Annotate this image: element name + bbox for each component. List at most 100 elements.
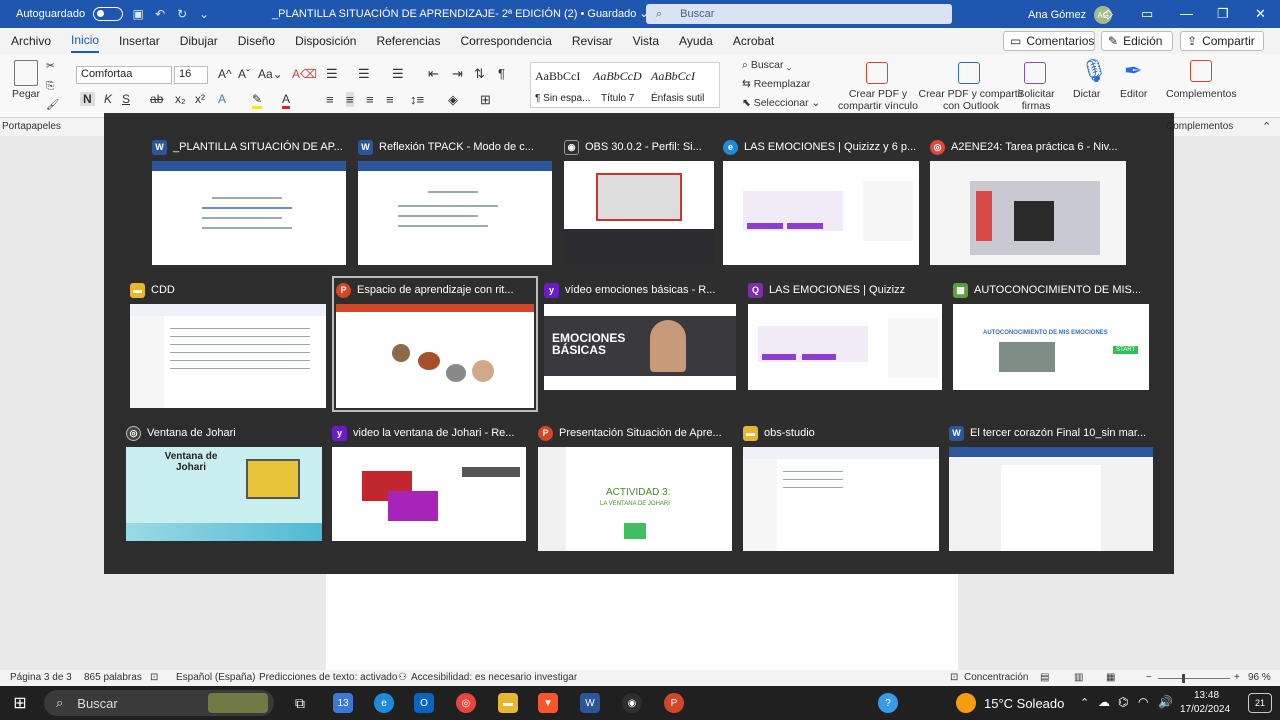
read-mode-icon[interactable]: ▤ bbox=[1040, 672, 1049, 683]
window-thumbnail[interactable] bbox=[358, 161, 552, 265]
accessibility-icon[interactable]: ⚇ bbox=[398, 672, 407, 683]
font-color-icon[interactable]: A bbox=[282, 92, 291, 109]
window-cdd[interactable]: ▬ CDD bbox=[130, 280, 326, 408]
window-reflexion-tpack[interactable]: W Reflexión TPACK - Modo de c... bbox=[358, 137, 552, 265]
diamond-icon[interactable]: ◇ bbox=[1103, 6, 1113, 22]
window-thumbnail[interactable] bbox=[743, 447, 939, 551]
change-case-icon[interactable]: Aa⌄ bbox=[258, 67, 283, 81]
window-thumbnail[interactable] bbox=[949, 447, 1153, 551]
window-thumbnail[interactable] bbox=[152, 161, 346, 265]
select-button[interactable]: ⬉ Seleccionar ⌄ bbox=[742, 97, 820, 109]
tab-diseno[interactable]: Diseño bbox=[238, 30, 275, 52]
addins-button[interactable]: Complementos bbox=[1166, 88, 1237, 100]
cloud-icon[interactable]: ☁ bbox=[1098, 695, 1110, 709]
sort-icon[interactable]: ⇅ bbox=[474, 66, 485, 82]
edge-icon[interactable]: e bbox=[374, 693, 394, 713]
ribbon-display-icon[interactable]: ▭ bbox=[1141, 6, 1153, 22]
pdf-link-icon[interactable] bbox=[866, 62, 888, 84]
windows-start-icon[interactable]: ⊞ bbox=[10, 693, 30, 713]
window-thumbnail[interactable]: ACTIVIDAD 3: LA VENTANA DE JOHARI bbox=[538, 447, 732, 551]
window-obs[interactable]: ◉ OBS 30.0.2 - Perfil: Si... bbox=[564, 137, 714, 265]
create-pdf-outlook-button[interactable]: Crear PDF y compartir con Outlook bbox=[918, 88, 1024, 112]
print-layout-icon[interactable]: ▥ bbox=[1074, 672, 1083, 683]
window-espacio-aprendizaje[interactable]: P Espacio de aprendizaje con rit... bbox=[332, 276, 538, 412]
microphone-icon[interactable]: 🎙 bbox=[1080, 58, 1108, 84]
tab-revisar[interactable]: Revisar bbox=[572, 30, 613, 52]
account[interactable]: Ana Gómez AG bbox=[1028, 6, 1113, 24]
window-ventana-johari[interactable]: ◎ Ventana de Johari Ventana de Johari bbox=[126, 423, 322, 541]
clear-format-icon[interactable]: A⌫ bbox=[292, 67, 317, 81]
multilevel-list-icon[interactable]: ☰ bbox=[392, 66, 404, 82]
task-view-icon[interactable]: ⧉ bbox=[290, 693, 310, 713]
align-center-icon[interactable]: ≡ bbox=[346, 92, 354, 107]
window-thumbnail[interactable] bbox=[723, 161, 919, 265]
format-painter-icon[interactable]: 🖌 bbox=[46, 98, 59, 111]
styles-gallery[interactable]: AaBbCcI AaBbCcD AaBbCcI ¶ Sin espa... Tí… bbox=[530, 62, 720, 108]
language-status[interactable]: Español (España) bbox=[176, 672, 256, 683]
tab-inicio[interactable]: Inicio bbox=[71, 29, 100, 53]
pilcrow-icon[interactable]: ¶ bbox=[498, 66, 505, 81]
powerpoint-icon[interactable]: P bbox=[664, 693, 684, 713]
window-thumbnail[interactable]: AUTOCONOCIMIENTO DE MIS EMOCIONES START bbox=[953, 304, 1149, 390]
addins-icon[interactable] bbox=[1190, 60, 1212, 82]
window-thumbnail[interactable] bbox=[748, 304, 942, 390]
window-las-emociones-edge[interactable]: e LAS EMOCIONES | Quizizz y 6 p... bbox=[723, 137, 919, 265]
focus-mode[interactable]: Concentración bbox=[964, 672, 1028, 683]
find-button[interactable]: ⌕ Buscar ⌄ bbox=[742, 59, 791, 72]
wifi-icon[interactable]: ◠ bbox=[1138, 695, 1148, 709]
window-thumbnail[interactable]: EMOCIONES BÁSICAS bbox=[544, 304, 736, 390]
create-pdf-share-button[interactable]: Crear PDF y compartir vínculo bbox=[838, 88, 918, 112]
word-count[interactable]: 865 palabras bbox=[84, 672, 142, 683]
increase-indent-icon[interactable]: ⇥ bbox=[452, 66, 463, 82]
tab-vista[interactable]: Vista bbox=[633, 30, 659, 52]
teams-icon[interactable]: 13 bbox=[333, 693, 353, 713]
clipboard-icon[interactable] bbox=[14, 60, 38, 86]
line-spacing-icon[interactable]: ↕≡ bbox=[410, 92, 424, 107]
page-count[interactable]: Página 3 de 3 bbox=[10, 672, 72, 683]
weather-status[interactable]: 15°C Soleado bbox=[984, 696, 1064, 711]
editing-button[interactable]: ✎ Edición bbox=[1101, 31, 1173, 51]
help-icon[interactable]: ? bbox=[878, 693, 898, 713]
pdf-outlook-icon[interactable] bbox=[958, 62, 980, 84]
network-icon[interactable]: ⌬ bbox=[1118, 695, 1128, 709]
font-size-select[interactable]: 16 bbox=[174, 66, 208, 84]
search-input[interactable]: ⌕ Buscar bbox=[646, 4, 952, 24]
tab-insertar[interactable]: Insertar bbox=[119, 30, 160, 52]
window-obs-studio-folder[interactable]: ▬ obs-studio bbox=[743, 423, 939, 551]
clock-date[interactable]: 17/02/2024 bbox=[1180, 704, 1230, 715]
cut-icon[interactable]: ✂ bbox=[46, 60, 55, 72]
replace-button[interactable]: ⇆ Reemplazar bbox=[742, 78, 810, 90]
window-thumbnail[interactable] bbox=[930, 161, 1126, 265]
chrome-icon[interactable]: ◎ bbox=[456, 693, 476, 713]
obs-icon[interactable]: ◉ bbox=[622, 693, 642, 713]
justify-icon[interactable]: ≡ bbox=[386, 92, 394, 107]
editor-icon[interactable]: ✒ bbox=[1124, 58, 1142, 84]
font-name-select[interactable]: Comfortaa bbox=[76, 66, 172, 84]
signature-icon[interactable] bbox=[1024, 62, 1046, 84]
web-layout-icon[interactable]: ▦ bbox=[1106, 672, 1115, 683]
tab-ayuda[interactable]: Ayuda bbox=[679, 30, 713, 52]
zoom-in-icon[interactable]: + bbox=[1234, 672, 1240, 683]
autosave-toggle[interactable] bbox=[93, 7, 124, 21]
numbering-icon[interactable]: ☰ bbox=[358, 66, 370, 82]
window-a2ene24[interactable]: ◎ A2ENE24: Tarea práctica 6 - Niv... bbox=[930, 137, 1126, 265]
tab-archivo[interactable]: Archivo bbox=[11, 30, 51, 52]
decrease-indent-icon[interactable]: ⇤ bbox=[428, 66, 439, 82]
proofing-icon[interactable]: ⊡ bbox=[150, 672, 158, 683]
window-plantilla[interactable]: W _PLANTILLA SITUACIÓN DE AP... bbox=[152, 137, 346, 265]
close-icon[interactable]: ✕ bbox=[1255, 6, 1266, 22]
bold-icon[interactable]: N bbox=[80, 92, 95, 106]
zoom-slider-thumb[interactable] bbox=[1182, 674, 1185, 683]
window-thumbnail[interactable] bbox=[564, 161, 714, 265]
tab-correspondencia[interactable]: Correspondencia bbox=[460, 30, 551, 52]
redo-icon[interactable]: ↻ bbox=[175, 7, 189, 21]
borders-icon[interactable]: ⊞ bbox=[480, 92, 491, 108]
align-left-icon[interactable]: ≡ bbox=[326, 92, 334, 107]
tab-disposicion[interactable]: Disposición bbox=[295, 30, 356, 52]
align-right-icon[interactable]: ≡ bbox=[366, 92, 374, 107]
word-icon[interactable]: W bbox=[580, 693, 600, 713]
window-las-emociones-quizizz[interactable]: Q LAS EMOCIONES | Quizizz bbox=[748, 280, 942, 390]
comments-button[interactable]: ▭ Comentarios bbox=[1003, 31, 1095, 51]
superscript-icon[interactable]: x² bbox=[195, 92, 205, 106]
taskbar-search[interactable]: ⌕ Buscar bbox=[44, 690, 274, 716]
